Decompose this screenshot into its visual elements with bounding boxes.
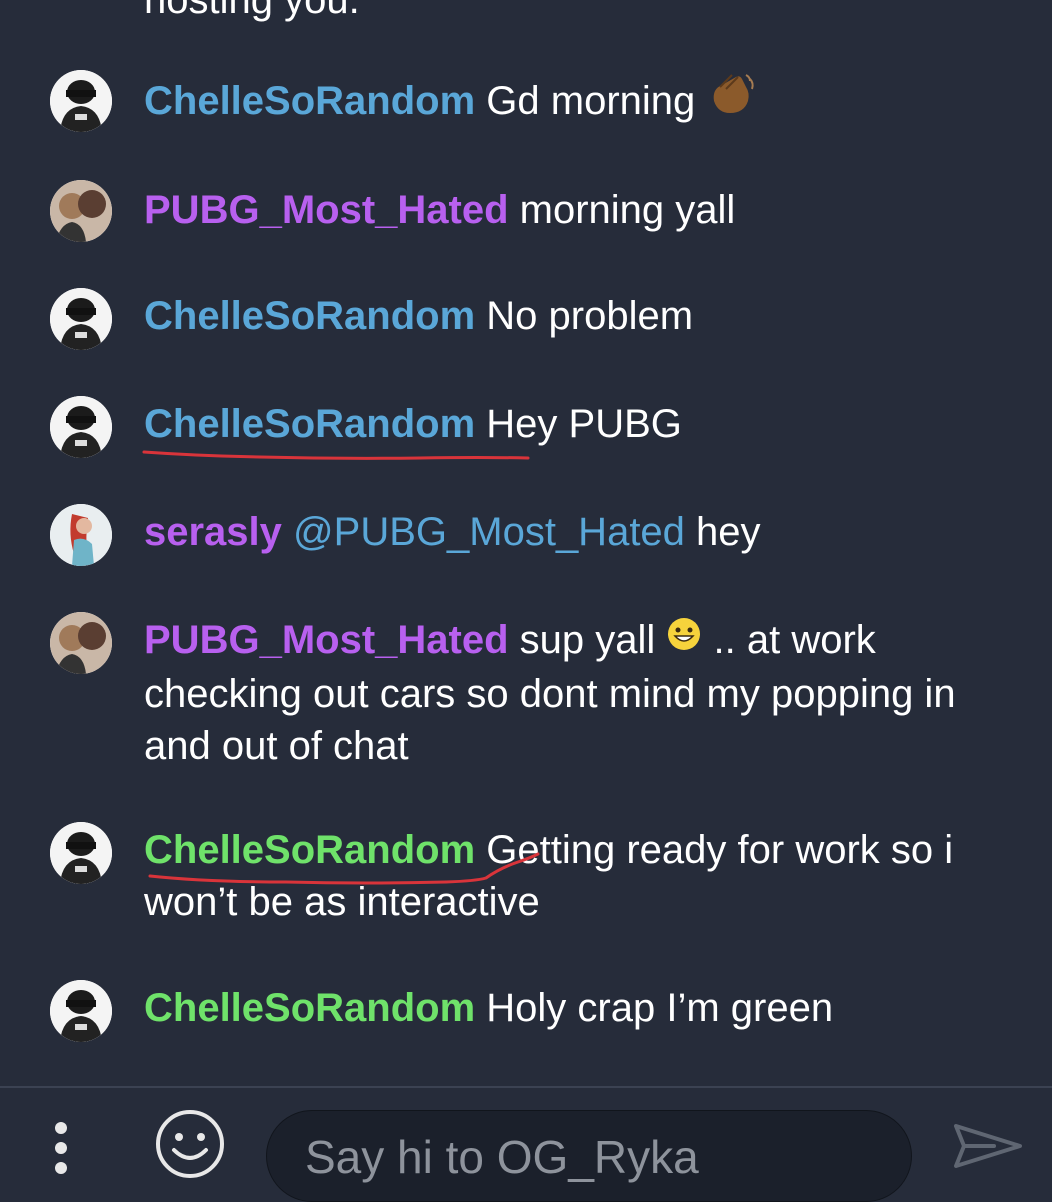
username[interactable]: serasly [144,510,282,554]
username[interactable]: ChelleSoRandom [144,79,475,123]
avatar[interactable] [50,822,112,884]
message-input[interactable] [305,1119,895,1195]
avatar[interactable] [50,504,112,566]
emoji-smiley-icon[interactable] [154,1108,226,1180]
chat-feed[interactable]: hosting you. ChelleSoRandom Gd morning P… [0,0,1052,1086]
username[interactable]: PUBG_Most_Hated [144,618,509,662]
message-text: Hey PUBG [486,402,682,446]
message-body: ChelleSoRandom Holy crap I’m green [144,982,1032,1034]
avatar[interactable] [50,180,112,242]
message-body: PUBG_Most_Hated morning yall [144,184,1032,236]
username[interactable]: ChelleSoRandom [144,986,475,1030]
message-text: hey [684,510,761,554]
grinning-face-emoji-icon [666,613,702,665]
username[interactable]: ChelleSoRandom [144,402,475,446]
message-text: Holy crap I’m green [486,986,834,1030]
message-body: ChelleSoRandom Getting ready for work so… [144,824,1032,928]
message-body: serasly @PUBG_Most_Hated hey [144,506,1032,558]
waving-hand-emoji-icon [706,71,756,130]
avatar[interactable] [50,70,112,132]
username[interactable]: PUBG_Most_Hated [144,188,509,232]
message-body: ChelleSoRandom Gd morning [144,74,1032,133]
message-text: morning yall [519,188,736,232]
avatar[interactable] [50,396,112,458]
mention-link[interactable]: @PUBG_Most_Hated [293,510,685,554]
avatar[interactable] [50,612,112,674]
avatar[interactable] [50,288,112,350]
message-body: ChelleSoRandom Hey PUBG [144,398,1032,450]
message-text: Gd morning [486,79,696,124]
message-text: No problem [486,294,694,338]
message-body: ChelleSoRandom No problem [144,290,1032,342]
send-icon[interactable] [950,1120,1026,1172]
message-text: sup yall [519,618,656,662]
username[interactable]: ChelleSoRandom [144,294,475,338]
message-input-container[interactable] [266,1110,912,1202]
avatar[interactable] [50,980,112,1042]
more-vertical-icon[interactable] [52,1118,70,1174]
message-body: PUBG_Most_Hated sup yall .. at work chec… [144,614,1032,772]
partial-message-text: hosting you. [144,0,360,22]
chat-composer [0,1086,1052,1202]
username[interactable]: ChelleSoRandom [144,828,475,872]
